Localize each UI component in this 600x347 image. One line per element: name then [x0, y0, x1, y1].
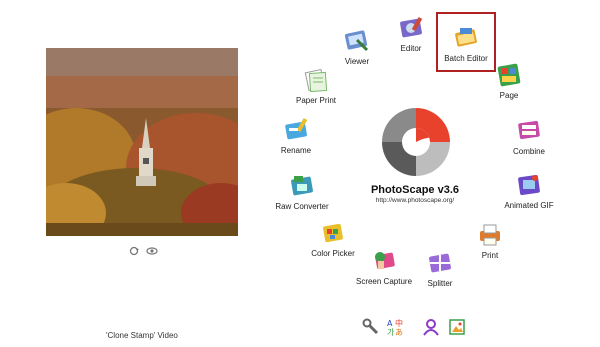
screen-capture-icon — [370, 248, 398, 274]
paper-print-button[interactable]: Paper Print — [281, 67, 351, 105]
page-button[interactable]: Page — [474, 62, 544, 100]
editor-icon — [397, 15, 425, 41]
page-icon — [495, 62, 523, 88]
color-picker-button[interactable]: Color Picker — [298, 220, 368, 258]
rename-button[interactable]: Rename — [261, 117, 331, 155]
svg-text:あ: あ — [395, 328, 403, 336]
wrench-icon[interactable] — [362, 318, 380, 336]
color-picker-icon — [319, 220, 347, 246]
batch-editor-button[interactable]: Batch Editor — [431, 25, 501, 63]
svg-text:中: 中 — [395, 318, 403, 328]
print-icon — [476, 222, 504, 248]
eye-icon[interactable] — [146, 243, 158, 255]
splitter-icon — [426, 250, 454, 276]
clone-stamp-video-link[interactable]: 'Clone Stamp' Video — [106, 331, 178, 340]
animated-gif-button[interactable]: Animated GIF — [494, 172, 564, 210]
brand-block: PhotoScape v3.6 http://www.photoscape.or… — [340, 184, 490, 204]
rename-icon — [282, 117, 310, 143]
animated-gif-icon — [515, 172, 543, 198]
batch-editor-icon — [452, 25, 480, 51]
user-icon[interactable] — [422, 318, 440, 336]
raw-converter-icon — [288, 173, 316, 199]
autumn-church-photo — [46, 48, 238, 236]
app-title: PhotoScape v3.6 — [370, 184, 460, 196]
combine-icon — [515, 118, 543, 144]
language-icon[interactable]: A 中 가 あ — [386, 318, 406, 337]
photoscape-logo — [372, 106, 460, 178]
website-link[interactable]: http://www.photoscape.org/ — [340, 197, 490, 204]
picture-icon[interactable] — [448, 318, 466, 336]
rotate-icon[interactable] — [128, 243, 140, 256]
svg-text:가: 가 — [387, 328, 395, 336]
viewer-icon — [343, 28, 371, 54]
combine-button[interactable]: Combine — [494, 118, 564, 156]
paper-print-icon — [302, 67, 330, 93]
raw-converter-button[interactable]: Raw Converter — [267, 173, 337, 211]
svg-text:A: A — [387, 319, 393, 328]
